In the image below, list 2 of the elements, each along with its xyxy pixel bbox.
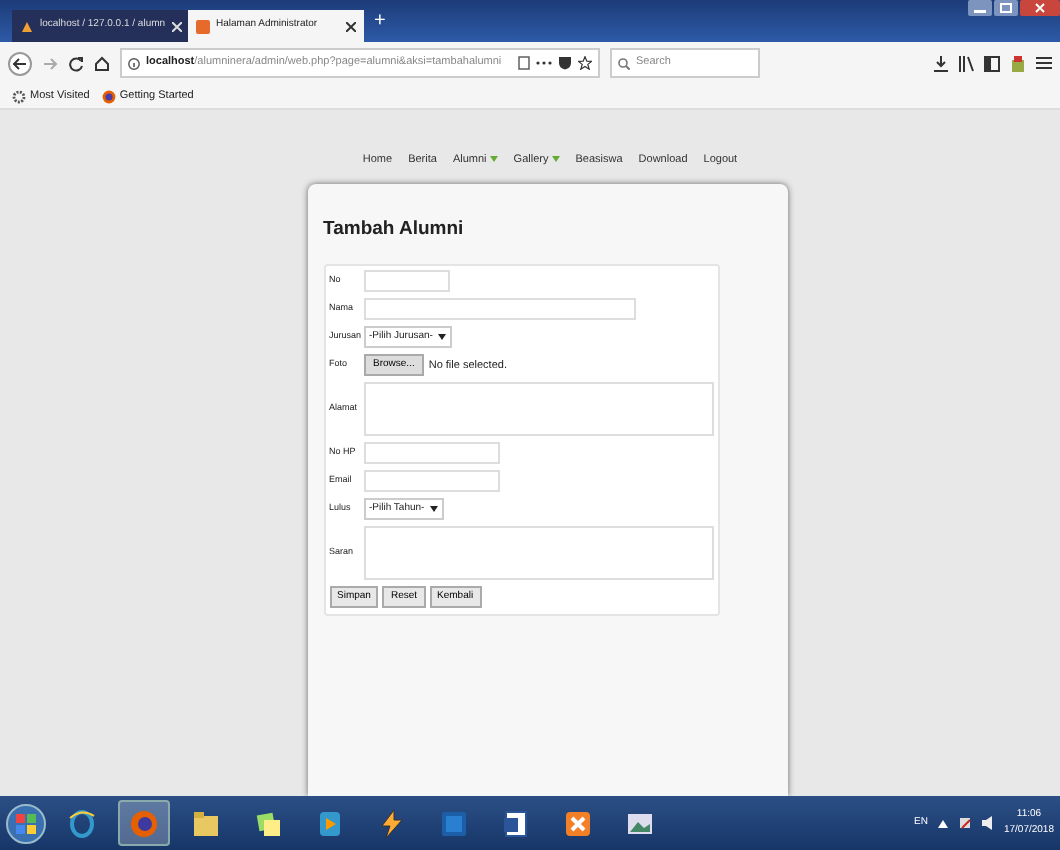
page-title: Tambah Alumni xyxy=(323,216,466,244)
new-tab-button[interactable]: + xyxy=(374,6,386,36)
